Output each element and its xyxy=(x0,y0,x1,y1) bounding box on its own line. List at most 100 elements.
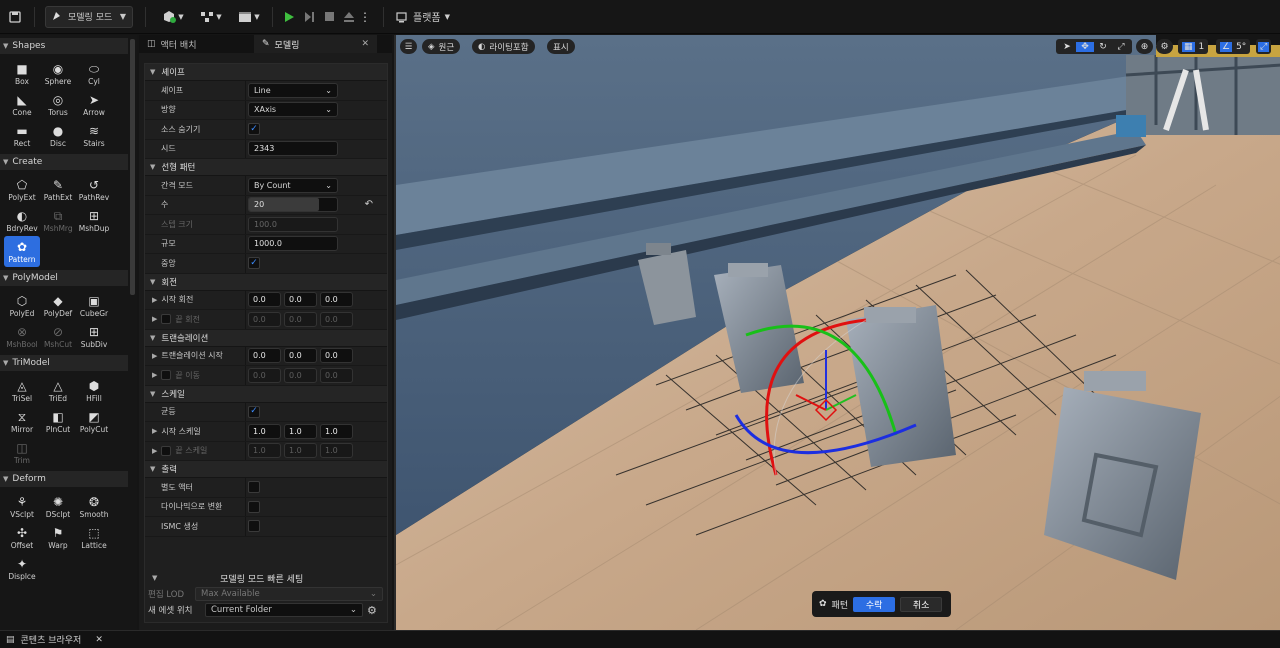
mode-dropdown[interactable]: 모델링 모드 ▼ xyxy=(45,5,133,28)
end-rotation-y-input[interactable]: 0.0 xyxy=(284,311,317,327)
close-icon[interactable]: ✕ xyxy=(361,39,369,49)
count-slider[interactable]: 20 xyxy=(248,197,338,213)
tool-pattern[interactable]: ✿ Pattern xyxy=(4,236,40,267)
tool-cone[interactable]: ◣ Cone xyxy=(4,89,40,120)
viewport-menu-button[interactable]: ☰ xyxy=(400,39,417,54)
rotation-snap-button[interactable]: ∠ 5° xyxy=(1216,39,1251,54)
scale-y-input[interactable]: 1.0 xyxy=(284,423,317,439)
chevron-right-icon[interactable]: ▶ xyxy=(152,296,157,304)
tool-arrow[interactable]: ➤ Arrow xyxy=(76,89,112,120)
tool-pathrev[interactable]: ↺ PathRev xyxy=(76,174,112,205)
level-viewport[interactable]: ☰ ◈ 원근 ◐ 라이팅포함 표시 ➤ ✥ ↻ ⤢ ⊕ ⚙ ▦ 1 ∠ 5° ⤢… xyxy=(394,35,1280,630)
end-scale-x-input[interactable]: 1.0 xyxy=(248,443,281,459)
scale-x-input[interactable]: 1.0 xyxy=(248,423,281,439)
palette-scrollbar[interactable] xyxy=(130,39,135,295)
lighting-button[interactable]: ◐ 라이팅포함 xyxy=(472,39,535,54)
tool-warp[interactable]: ⚑ Warp xyxy=(40,522,76,553)
tool-disc[interactable]: ● Disc xyxy=(40,120,76,151)
move-icon[interactable]: ✥ xyxy=(1076,41,1094,52)
tool-mshdup[interactable]: ⊞ MshDup xyxy=(76,205,112,236)
more-options-icon[interactable]: ⋮ xyxy=(359,6,371,28)
tool-offset[interactable]: ✣ Offset xyxy=(4,522,40,553)
chevron-right-icon[interactable]: ▶ xyxy=(152,352,157,360)
world-local-button[interactable]: ⊕ xyxy=(1136,39,1153,54)
tool-mshcut[interactable]: ⊘ MshCut xyxy=(40,321,76,352)
chevron-right-icon[interactable]: ▶ xyxy=(152,447,157,455)
surface-snap-button[interactable]: ⚙ xyxy=(1156,39,1173,54)
save-icon[interactable] xyxy=(2,6,28,28)
translation-z-input[interactable]: 0.0 xyxy=(320,348,353,364)
platform-button[interactable]: 플랫폼 ▼ xyxy=(390,6,456,28)
end-rotation-z-input[interactable]: 0.0 xyxy=(320,311,353,327)
tool-mshbool[interactable]: ⊗ MshBool xyxy=(4,321,40,352)
tool-subdiv[interactable]: ⊞ SubDiv xyxy=(76,321,112,352)
scale-z-input[interactable]: 1.0 xyxy=(320,423,353,439)
close-icon[interactable]: ✕ xyxy=(95,635,103,645)
rotation-z-input[interactable]: 0.0 xyxy=(320,292,353,308)
shape-dropdown[interactable]: Line ⌄ xyxy=(248,82,338,98)
category-deform[interactable]: ▼ Deform xyxy=(0,471,128,487)
step-icon[interactable] xyxy=(299,6,319,28)
chevron-right-icon[interactable]: ▶ xyxy=(152,427,157,435)
end-translation-checkbox[interactable] xyxy=(161,370,172,381)
tool-polyext[interactable]: ⬠ PolyExt xyxy=(4,174,40,205)
tool-bdryrev[interactable]: ◐ BdryRev xyxy=(4,205,40,236)
rotate-icon[interactable]: ↻ xyxy=(1094,42,1112,52)
tool-vsclpt[interactable]: ⚘ VSclpt xyxy=(4,491,40,522)
seed-input[interactable]: 2343 xyxy=(248,141,338,157)
hide-source-checkbox[interactable]: ✓ xyxy=(248,123,260,136)
chevron-right-icon[interactable]: ▶ xyxy=(152,371,157,379)
translation-x-input[interactable]: 0.0 xyxy=(248,348,281,364)
tool-polyed[interactable]: ⬡ PolyEd xyxy=(4,290,40,321)
reset-icon[interactable]: ↶ xyxy=(365,199,373,210)
direction-dropdown[interactable]: XAxis ⌄ xyxy=(248,102,338,118)
chevron-right-icon[interactable]: ▶ xyxy=(152,315,157,323)
scene-render[interactable] xyxy=(396,35,1280,630)
cinematics-button[interactable]: ▼ xyxy=(232,6,266,28)
tool-tried[interactable]: △ TriEd xyxy=(40,375,76,406)
section-output[interactable]: ▼ 출력 xyxy=(145,461,387,478)
tool-smooth[interactable]: ❂ Smooth xyxy=(76,491,112,522)
category-create[interactable]: ▼ Create xyxy=(0,154,128,170)
content-browser-tab[interactable]: 콘텐츠 브라우저 xyxy=(21,633,82,646)
end-rotation-x-input[interactable]: 0.0 xyxy=(248,311,281,327)
category-trimodel[interactable]: ▼ TriModel xyxy=(0,355,128,371)
end-rotation-checkbox[interactable] xyxy=(161,314,172,325)
tab-actor-place[interactable]: ◫ 액터 배치 xyxy=(139,35,254,53)
tool-trisel[interactable]: ◬ TriSel xyxy=(4,375,40,406)
extent-input[interactable]: 1000.0 xyxy=(248,236,338,252)
scale-icon[interactable]: ⤢ xyxy=(1112,42,1130,52)
end-translation-y-input[interactable]: 0.0 xyxy=(284,367,317,383)
category-shapes[interactable]: ▼ Shapes xyxy=(0,38,128,54)
scale-snap-button[interactable]: ⤢ xyxy=(1256,39,1272,54)
section-scale[interactable]: ▼ 스케일 xyxy=(145,385,387,403)
play-icon[interactable] xyxy=(279,6,299,28)
category-polymodel[interactable]: ▼ PolyModel xyxy=(0,270,128,286)
blueprint-button[interactable]: ▼ xyxy=(194,6,228,28)
rotation-x-input[interactable]: 0.0 xyxy=(248,292,281,308)
select-icon[interactable]: ➤ xyxy=(1058,42,1076,52)
stop-icon[interactable] xyxy=(319,6,339,28)
tool-rect[interactable]: ▬ Rect xyxy=(4,120,40,151)
end-scale-y-input[interactable]: 1.0 xyxy=(284,443,317,459)
end-scale-checkbox[interactable] xyxy=(161,445,172,456)
grid-snap-button[interactable]: ▦ 1 xyxy=(1178,39,1209,54)
quick-settings-header[interactable]: ▼ 모델링 모드 빠른 세팅 xyxy=(144,570,388,586)
tool-box[interactable]: ■ Box xyxy=(4,58,40,89)
tool-mirror[interactable]: ⧖ Mirror xyxy=(4,406,40,437)
centered-checkbox[interactable]: ✓ xyxy=(248,257,260,270)
step-size-input[interactable]: 100.0 xyxy=(248,216,338,232)
tool-mshmrg[interactable]: ⧉ MshMrg xyxy=(40,205,76,236)
convert-dynamic-checkbox[interactable] xyxy=(248,500,260,513)
spacing-mode-dropdown[interactable]: By Count ⌄ xyxy=(248,177,338,193)
section-shape[interactable]: ▼ 셰이프 xyxy=(145,64,387,81)
end-translation-z-input[interactable]: 0.0 xyxy=(320,367,353,383)
tab-modeling[interactable]: ✎ 모델링 ✕ xyxy=(254,35,377,53)
separate-actors-checkbox[interactable] xyxy=(248,481,260,494)
tool-polydef[interactable]: ◆ PolyDef xyxy=(40,290,76,321)
asset-location-dropdown[interactable]: Current Folder ⌄ xyxy=(205,603,363,617)
gear-icon[interactable]: ⚙ xyxy=(367,604,377,617)
tool-stairs[interactable]: ≋ Stairs xyxy=(76,120,112,151)
end-scale-z-input[interactable]: 1.0 xyxy=(320,443,353,459)
tool-cubegr[interactable]: ▣ CubeGr xyxy=(76,290,112,321)
